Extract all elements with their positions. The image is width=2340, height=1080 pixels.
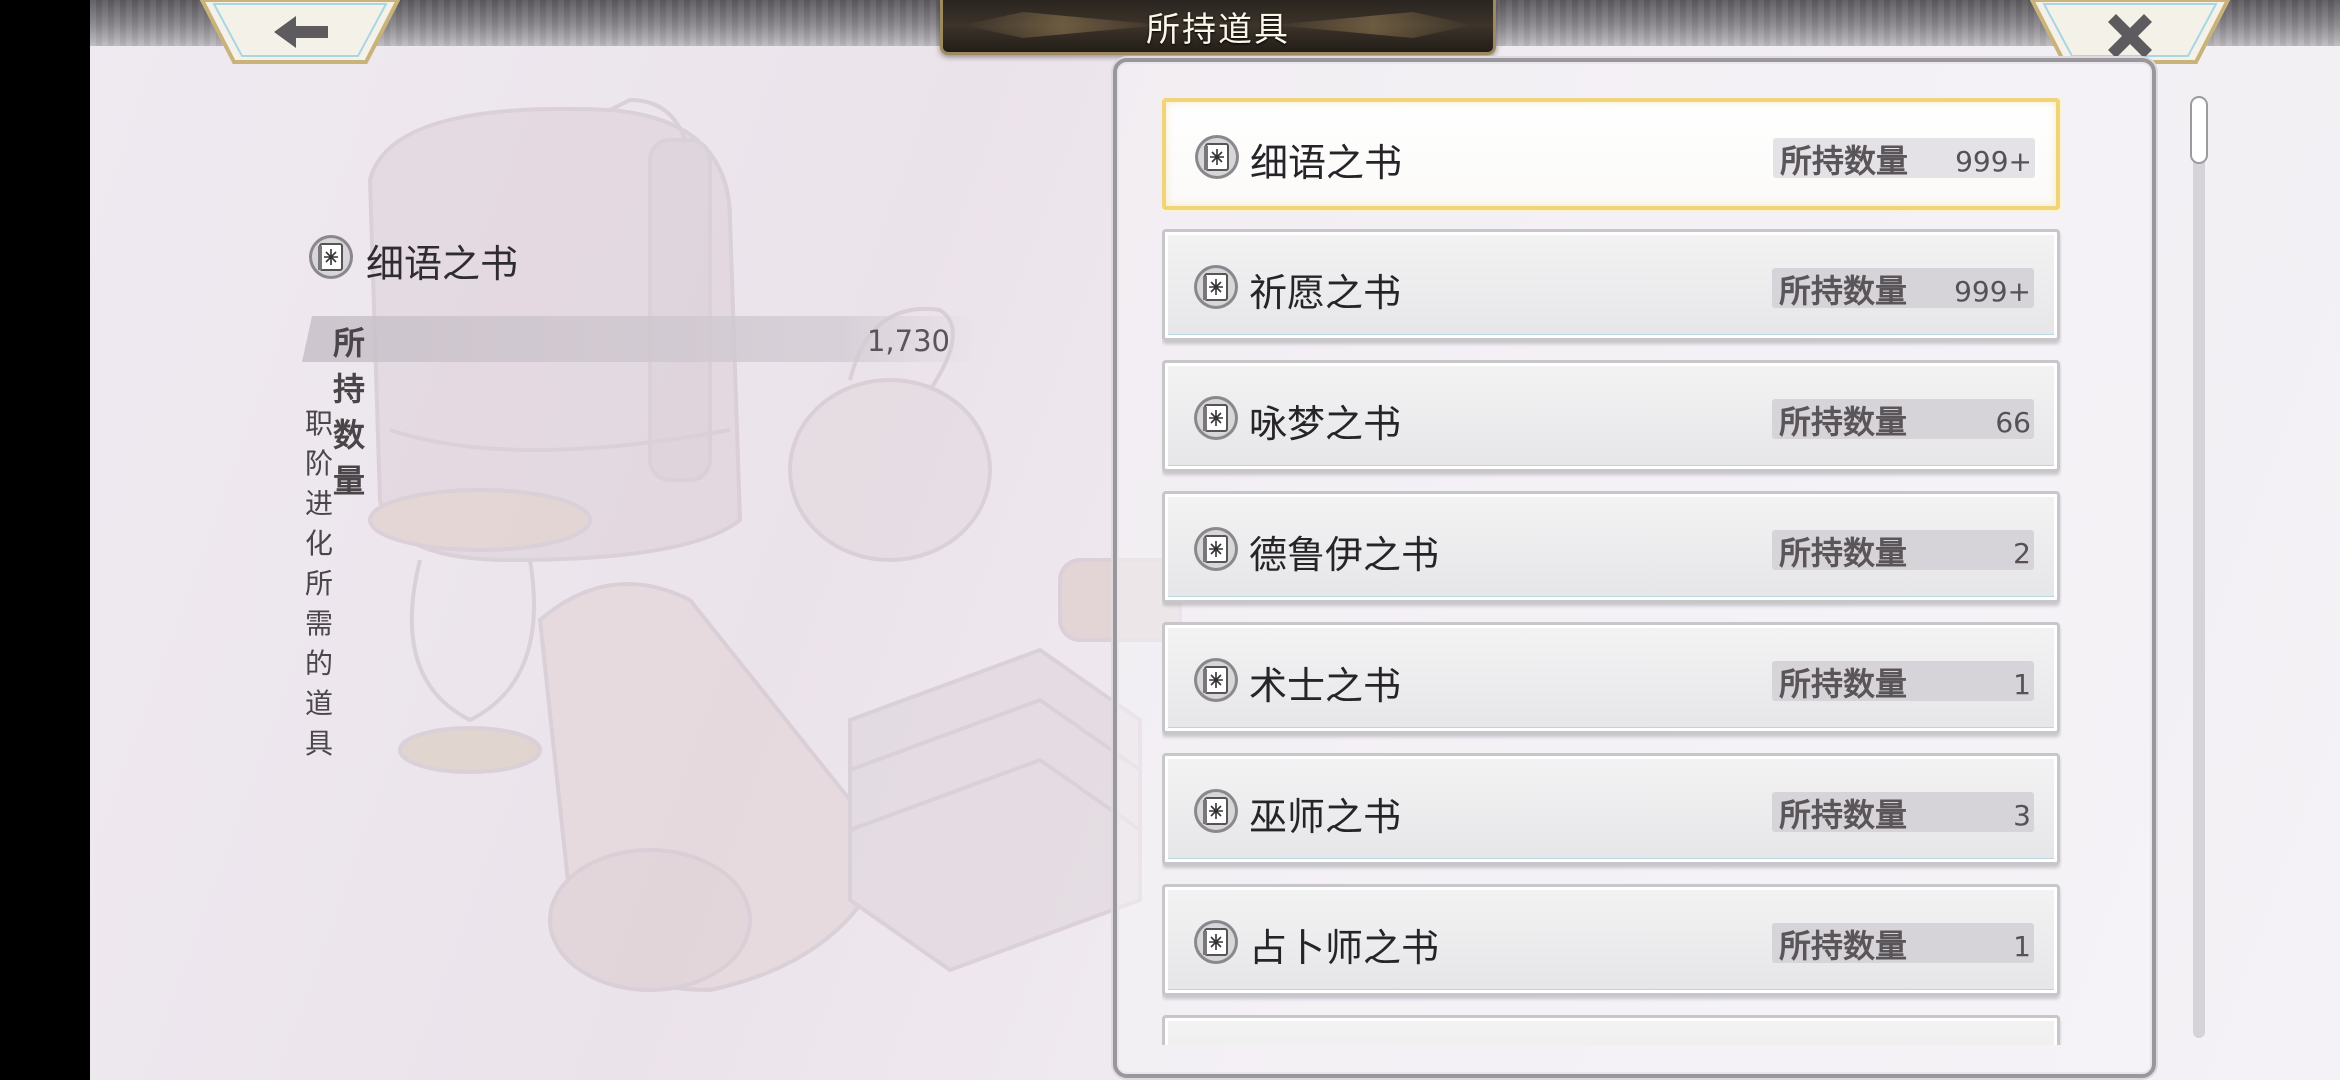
scrollbar-track[interactable] xyxy=(2193,96,2205,1038)
list-item[interactable]: 德鲁伊之书 所持数量 2 xyxy=(1162,491,2060,603)
item-name: 咏梦之书 xyxy=(1249,402,1402,446)
item-name: 祈愿之书 xyxy=(1249,271,1402,315)
title-ornament-left xyxy=(963,12,1163,38)
list-item[interactable]: 巫师之书 所持数量 3 xyxy=(1162,753,2060,865)
qty-label: 所持数量 xyxy=(1779,665,1908,703)
list-item[interactable]: 占卜师之书 所持数量 1 xyxy=(1162,884,2060,996)
item-name: 术士之书 xyxy=(1249,664,1402,708)
qty-value: 3 xyxy=(2013,799,2031,832)
book-icon xyxy=(1195,135,1239,179)
detail-description: 职阶进化所需的道具 xyxy=(305,407,334,760)
book-icon xyxy=(1194,396,1238,440)
book-icon xyxy=(1194,527,1238,571)
qty-label: 所持数量 xyxy=(1779,403,1908,441)
qty-value: 1 xyxy=(2013,668,2031,701)
qty-label: 所持数量 xyxy=(1779,927,1908,965)
page-title: 所持道具 xyxy=(1146,9,1290,50)
book-icon xyxy=(1194,789,1238,833)
qty-label: 所持数量 xyxy=(1780,142,1909,180)
title-plate: 所持道具 xyxy=(940,0,1496,55)
detail-qty-label: 所持数量 xyxy=(333,324,366,500)
back-button[interactable] xyxy=(200,0,400,66)
qty-label: 所持数量 xyxy=(1779,272,1908,310)
item-name: 细语之书 xyxy=(1250,141,1403,185)
book-icon xyxy=(1194,920,1238,964)
background-illustration xyxy=(367,97,1182,993)
book-icon xyxy=(1194,265,1238,309)
qty-value: 2 xyxy=(2013,537,2031,570)
qty-value: 999+ xyxy=(1955,145,2032,178)
qty-value: 1 xyxy=(2013,930,2031,963)
close-icon xyxy=(2030,0,2230,64)
qty-value: 66 xyxy=(1995,406,2031,439)
list-item[interactable]: 术士之书 所持数量 1 xyxy=(1162,622,2060,734)
qty-label: 所持数量 xyxy=(1779,534,1908,572)
item-name: 占卜师之书 xyxy=(1249,926,1440,970)
qty-label: 所持数量 xyxy=(1779,796,1908,834)
detail-item-name: 细语之书 xyxy=(366,242,519,286)
list-item[interactable]: 细语之书 所持数量 999+ xyxy=(1162,98,2060,210)
qty-value: 999+ xyxy=(1954,275,2031,308)
item-list[interactable]: 细语之书 所持数量 999+ 祈愿之书 所持数量 999+ 咏梦之书 所持数量 … xyxy=(1162,98,2062,1045)
close-button[interactable] xyxy=(2030,0,2230,66)
arrow-left-icon xyxy=(200,0,400,64)
book-icon xyxy=(1194,658,1238,702)
detail-qty-value: 1,730 xyxy=(866,324,950,358)
list-item[interactable]: 祈愿之书 所持数量 999+ xyxy=(1162,229,2060,341)
book-icon xyxy=(309,235,353,279)
scrollbar-thumb[interactable] xyxy=(2190,96,2208,164)
list-item[interactable]: 咏梦之书 所持数量 66 xyxy=(1162,360,2060,472)
list-item-partial[interactable] xyxy=(1162,1015,2060,1045)
game-screen: 所持道具 细语之书 所持数量 1,730 职阶进化所需的道具 细语之书 所持数量… xyxy=(90,0,2340,1080)
title-ornament-right xyxy=(1273,12,1473,38)
item-name: 德鲁伊之书 xyxy=(1249,533,1440,577)
item-name: 巫师之书 xyxy=(1249,795,1402,839)
